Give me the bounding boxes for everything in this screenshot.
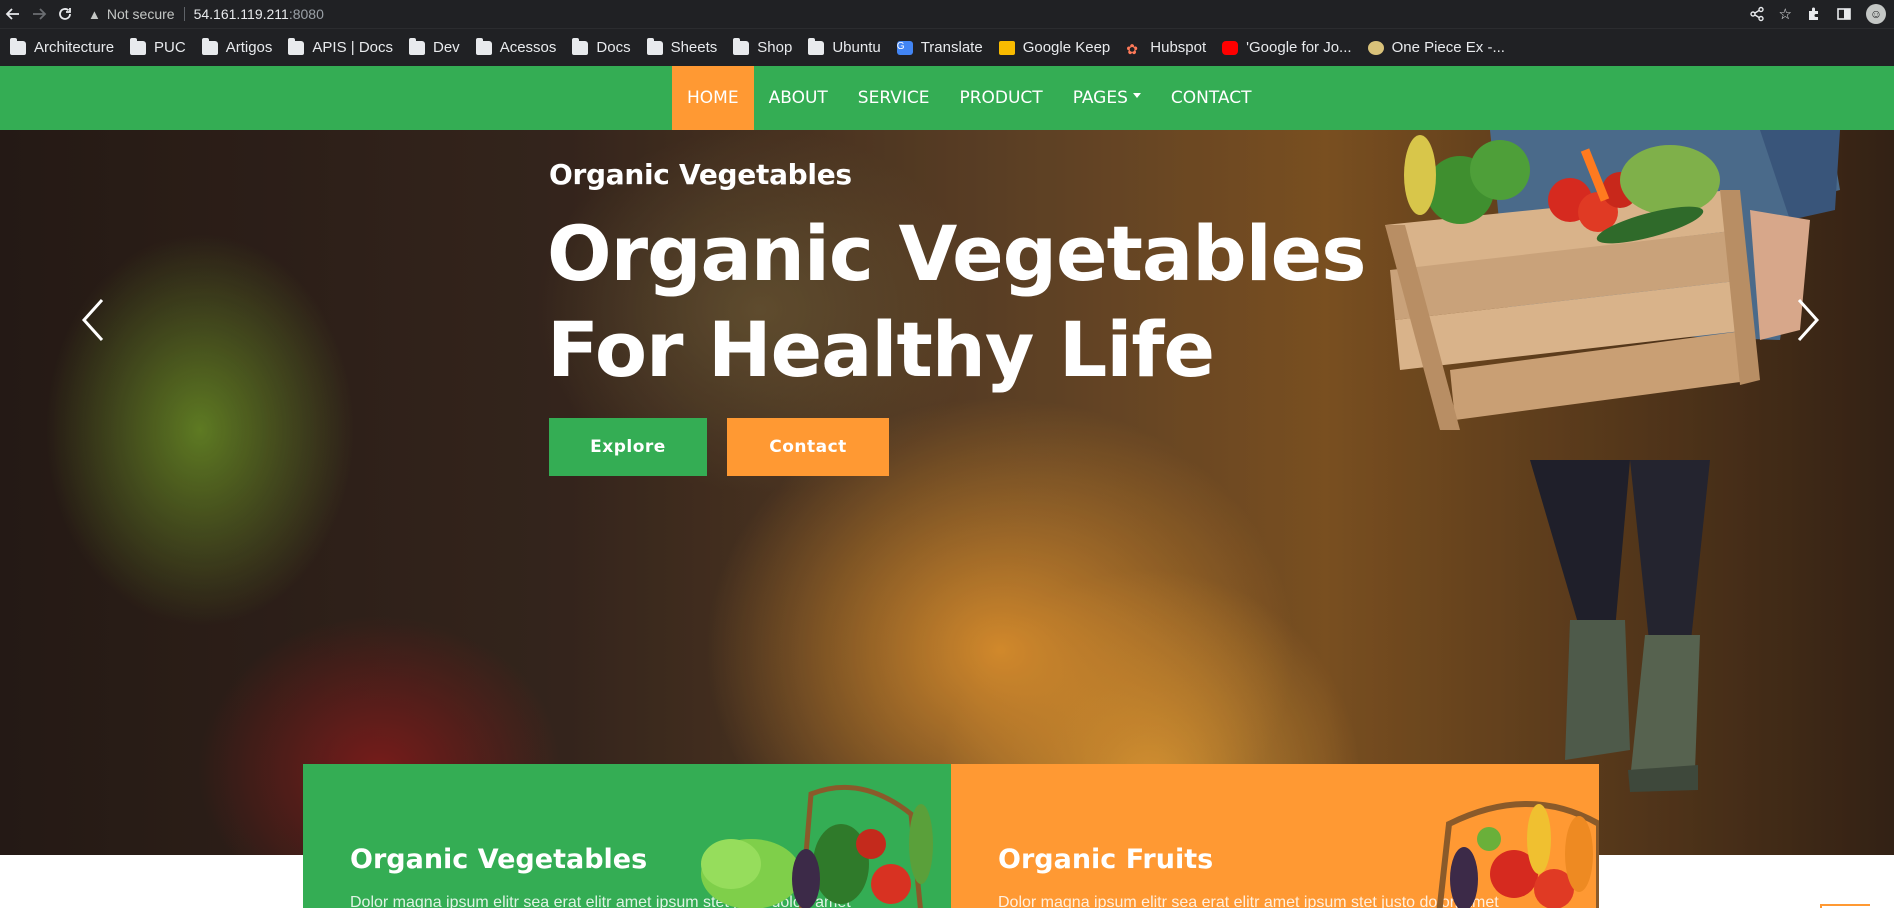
hero-carousel: Organic Vegetables Organic Vegetables Fo…	[0, 130, 1894, 855]
vegetable-basket-image	[701, 784, 933, 908]
feature-title: Organic Vegetables	[350, 844, 648, 875]
back-arrow-icon	[5, 8, 19, 20]
folder-icon	[201, 37, 218, 55]
bookmark-puc[interactable]: PUC	[130, 37, 186, 56]
nav-pages-dropdown[interactable]: PAGES	[1058, 66, 1156, 130]
bookmark-label: Ubuntu	[832, 39, 881, 56]
folder-icon	[733, 37, 750, 55]
hero-title: Organic Vegetables For Healthy Life	[547, 206, 1366, 398]
hero-subtitle: Organic Vegetables	[549, 158, 852, 191]
bookmark-hubspot[interactable]: ✿ Hubspot	[1126, 39, 1207, 57]
folder-icon	[475, 37, 492, 55]
back-button[interactable]	[0, 0, 26, 28]
bookmark-artigos[interactable]: Artigos	[201, 37, 273, 56]
back-to-top-button[interactable]	[1820, 904, 1870, 908]
bookmark-one-piece[interactable]: One Piece Ex -...	[1367, 39, 1505, 56]
profile-avatar[interactable]: ☺	[1866, 4, 1886, 24]
bookmark-dev[interactable]: Dev	[409, 37, 460, 56]
bookmark-label: Translate	[920, 39, 983, 56]
folder-icon	[130, 37, 147, 55]
feature-boxes: Organic Vegetables Dolor magna ipsum eli…	[303, 764, 1599, 908]
bookmark-label: Shop	[757, 39, 793, 56]
bookmark-google-keep[interactable]: Google Keep	[998, 39, 1111, 56]
folder-icon	[288, 37, 305, 55]
site-navbar: HOME ABOUT SERVICE PRODUCT PAGES CONTACT	[0, 66, 1894, 130]
one-piece-icon	[1367, 40, 1384, 55]
contact-button[interactable]: Contact	[727, 418, 889, 476]
carousel-next-icon[interactable]	[1793, 298, 1821, 342]
bookmark-docs[interactable]: Docs	[572, 37, 631, 56]
forward-arrow-icon	[33, 8, 47, 20]
nav-product[interactable]: PRODUCT	[944, 66, 1057, 130]
bookmark-label: Google Keep	[1022, 39, 1111, 56]
url-port: :8080	[288, 6, 324, 22]
separator	[183, 7, 185, 21]
fruit-basket-image	[1436, 801, 1599, 908]
security-label: Not secure	[106, 6, 175, 22]
hero-title-line2: For Healthy Life	[547, 305, 1215, 394]
bookmark-translate[interactable]: G Translate	[896, 39, 983, 56]
nav-home[interactable]: HOME	[672, 66, 754, 130]
warning-icon[interactable]: ▲	[88, 7, 101, 22]
bookmark-label: Dev	[433, 39, 460, 56]
bookmark-label: Artigos	[225, 39, 273, 56]
bookmark-label: Architecture	[34, 39, 115, 56]
nav-pages-label: PAGES	[1072, 88, 1128, 108]
folder-icon	[409, 37, 425, 55]
youtube-icon	[1222, 40, 1239, 55]
reload-icon	[59, 8, 71, 20]
google-translate-icon: G	[896, 40, 913, 55]
bookmark-acessos[interactable]: Acessos	[475, 37, 557, 56]
folder-icon	[808, 37, 825, 55]
bookmark-label: PUC	[154, 39, 186, 56]
forward-button[interactable]	[26, 0, 52, 28]
folder-icon	[646, 37, 663, 55]
feature-organic-fruits[interactable]: Organic Fruits Dolor magna ipsum elitr s…	[951, 764, 1599, 908]
extensions-icon[interactable]	[1806, 6, 1822, 22]
star-icon[interactable]: ☆	[1779, 5, 1792, 23]
farmer-with-vegetable-crate-image	[1385, 130, 1840, 792]
bookmark-google-for-jobs[interactable]: 'Google for Jo...	[1222, 39, 1352, 56]
bookmark-shop[interactable]: Shop	[733, 37, 793, 56]
carousel-prev-icon[interactable]	[80, 298, 108, 342]
reload-button[interactable]	[52, 0, 78, 28]
side-panel-icon[interactable]	[1836, 6, 1852, 22]
browser-toolbar: ▲ Not secure 54.161.119.211:8080 ☆ ☺	[0, 0, 1894, 28]
toolbar-actions: ☆ ☺	[1749, 0, 1886, 28]
folder-icon	[10, 37, 26, 55]
main-menu: HOME ABOUT SERVICE PRODUCT PAGES CONTACT	[672, 66, 1267, 130]
hero-title-line1: Organic Vegetables	[547, 209, 1366, 298]
bookmark-label: Sheets	[670, 39, 718, 56]
hubspot-icon: ✿	[1126, 40, 1138, 57]
url-host: 54.161.119.211	[193, 6, 289, 22]
bookmark-architecture[interactable]: Architecture	[10, 37, 115, 56]
feature-title: Organic Fruits	[998, 844, 1214, 875]
nav-about[interactable]: ABOUT	[754, 66, 843, 130]
bookmark-label: Docs	[596, 39, 631, 56]
caret-down-icon	[1132, 92, 1141, 98]
share-icon[interactable]	[1749, 6, 1765, 22]
folder-icon	[572, 37, 589, 55]
bookmark-sheets[interactable]: Sheets	[646, 37, 718, 56]
bookmark-label: Hubspot	[1150, 39, 1207, 56]
bookmark-label: One Piece Ex -...	[1391, 39, 1505, 56]
bookmark-label: APIS | Docs	[312, 39, 393, 56]
bookmark-label: 'Google for Jo...	[1246, 39, 1352, 56]
address-bar[interactable]: ▲ Not secure 54.161.119.211:8080	[88, 0, 324, 28]
nav-contact[interactable]: CONTACT	[1156, 66, 1267, 130]
explore-button[interactable]: Explore	[549, 418, 707, 476]
bookmark-ubuntu[interactable]: Ubuntu	[808, 37, 881, 56]
bookmark-label: Acessos	[499, 39, 557, 56]
feature-organic-vegetables[interactable]: Organic Vegetables Dolor magna ipsum eli…	[303, 764, 951, 908]
nav-service[interactable]: SERVICE	[843, 66, 945, 130]
bookmark-apis-docs[interactable]: APIS | Docs	[288, 37, 393, 56]
bookmarks-bar: Architecture PUC Artigos APIS | Docs Dev…	[0, 28, 1894, 66]
google-keep-icon	[998, 40, 1015, 55]
